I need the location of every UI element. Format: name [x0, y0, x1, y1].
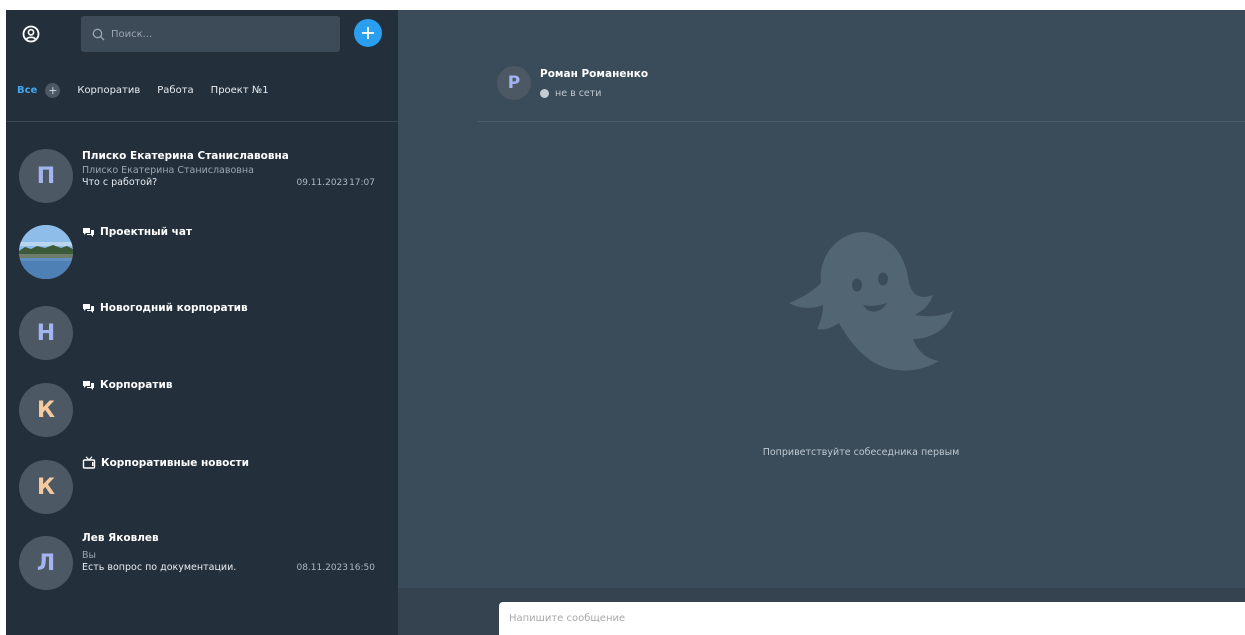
chat-item[interactable]: П Плиско Екатерина Станиславовна Плиско …	[6, 147, 398, 223]
contact-name[interactable]: Роман Романенко	[540, 68, 648, 80]
ghost-illustration	[789, 232, 953, 371]
chat-title-row: Корпоративные новости	[82, 456, 249, 469]
conversation-panel: Р Роман Романенко не в сети Поприветству…	[398, 10, 1245, 635]
chat-last-message: Есть вопрос по документации.	[82, 562, 237, 573]
avatar: Л	[19, 536, 73, 590]
tab-project-1[interactable]: Проект №1	[211, 85, 269, 96]
search-input[interactable]	[111, 28, 311, 40]
search-box[interactable]	[81, 16, 340, 52]
chat-title: Корпоративные новости	[101, 456, 249, 469]
chat-title: Плиско Екатерина Станиславовна	[82, 150, 289, 162]
chat-date: 08.11.2023	[296, 563, 348, 573]
profile-icon[interactable]	[22, 25, 40, 43]
conversation-header[interactable]: Р Роман Романенко не в сети	[477, 47, 1245, 122]
chat-sender: Вы	[82, 550, 97, 561]
tab-all[interactable]: Все	[17, 85, 37, 96]
new-chat-button[interactable]	[354, 19, 382, 47]
group-chat-icon	[83, 303, 94, 313]
chat-time: 17:07	[349, 178, 375, 188]
contact-avatar[interactable]: Р	[497, 66, 531, 100]
chat-title: Проектный чат	[100, 226, 192, 238]
plus-icon	[362, 27, 374, 39]
status-text: не в сети	[555, 88, 602, 99]
avatar	[19, 225, 73, 279]
chat-title: Корпоратив	[100, 379, 173, 391]
chat-item[interactable]: К Корпоратив	[6, 376, 398, 452]
search-icon	[92, 28, 105, 40]
chat-title-row: Проектный чат	[82, 226, 192, 238]
messenger-app: Все + Корпоратив Работа Проект №1 П Плис…	[6, 10, 1245, 635]
chat-date: 09.11.2023	[296, 178, 348, 188]
sidebar-top-bar	[6, 10, 398, 56]
tab-corporate[interactable]: Корпоратив	[77, 85, 140, 96]
contact-status: не в сети	[540, 88, 601, 99]
avatar: К	[19, 383, 73, 437]
channel-icon	[82, 456, 96, 469]
offline-status-dot	[540, 89, 549, 98]
chat-item[interactable]: Л Лев Яковлев Вы Есть вопрос по документ…	[6, 529, 398, 605]
chat-item[interactable]: К Корпоративные новости	[6, 453, 398, 529]
chat-time: 16:50	[349, 563, 375, 573]
chat-item[interactable]: Проектный чат	[6, 223, 398, 299]
folder-tabs: Все + Корпоратив Работа Проект №1	[6, 80, 398, 100]
avatar: К	[19, 460, 73, 514]
empty-conversation-text: Поприветствуйте собеседника первым	[762, 447, 960, 458]
sidebar: Все + Корпоратив Работа Проект №1 П Плис…	[6, 10, 398, 635]
group-chat-icon	[83, 227, 94, 237]
add-folder-button[interactable]: +	[45, 82, 61, 98]
avatar: Н	[19, 306, 73, 360]
sidebar-divider	[6, 121, 398, 122]
chat-item[interactable]: Н Новогодний корпоратив	[6, 299, 398, 375]
chat-sender: Плиско Екатерина Станиславовна	[82, 165, 254, 176]
chat-title: Лев Яковлев	[82, 532, 159, 544]
chat-title: Новогодний корпоратив	[100, 302, 248, 314]
lake-photo-icon	[19, 225, 73, 279]
chat-title-row: Новогодний корпоратив	[82, 302, 248, 314]
message-input[interactable]	[499, 602, 1245, 635]
avatar: П	[19, 149, 73, 203]
group-chat-icon	[83, 380, 94, 390]
chat-title-row: Корпоратив	[82, 379, 172, 391]
chat-last-message: Что с работой?	[82, 177, 158, 188]
tab-work[interactable]: Работа	[157, 85, 193, 96]
